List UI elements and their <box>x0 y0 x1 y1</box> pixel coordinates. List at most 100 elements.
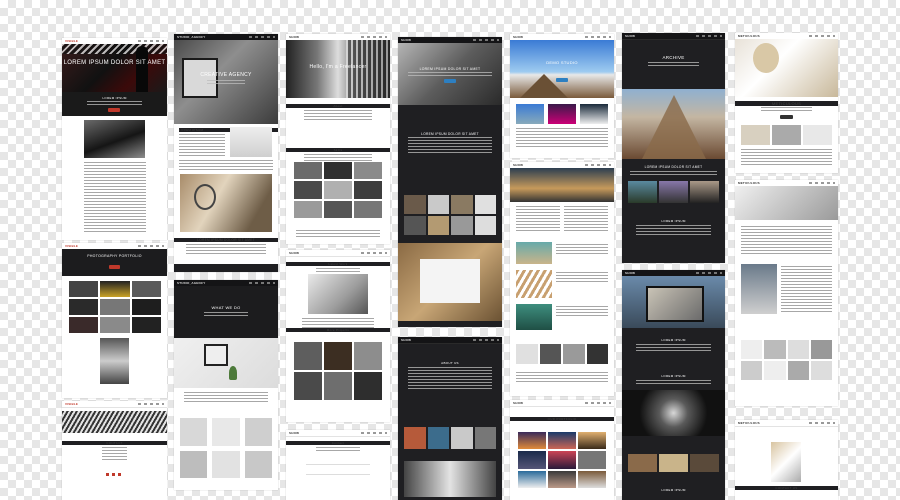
feature-photo <box>741 264 777 314</box>
section-text-2 <box>636 225 711 235</box>
monitor-shape <box>182 58 218 98</box>
template-page-1: VISIBLE LOREM IPSUM DOLOR SIT AMET LOREM… <box>62 38 167 240</box>
text-col-1 <box>516 206 560 232</box>
fan-shape <box>194 184 216 210</box>
nav-links <box>249 282 275 284</box>
template-page-3: SHOW Hello, I'm a Freelancer About Skill… <box>286 34 390 244</box>
section-title: LOREM IPSUM <box>661 338 686 342</box>
nav-links <box>696 272 722 274</box>
template-page-2: STUDIO_AGENCY CREATIVE AGENCY LOREM IPSU… <box>174 34 278 272</box>
template-page-10: SHOW ABOUT US <box>398 337 502 500</box>
featured-image <box>308 274 368 314</box>
template-page-6: STUDIO_AGENCY WHAT WE DO <box>174 280 278 490</box>
hero-title: LOREM IPSUM DOLOR SIT AMET <box>63 60 166 66</box>
team-grid <box>404 427 496 449</box>
section-title: WHAT WE DO <box>211 305 241 310</box>
person-silhouette <box>136 46 148 92</box>
nav-bar: SHOW <box>622 33 725 40</box>
skills-title: Skills <box>286 148 390 152</box>
nav-links <box>585 164 611 166</box>
template-page-7: SHOW Latest Work More Projects <box>286 250 390 422</box>
nav-links <box>473 339 499 341</box>
contact-text <box>102 447 127 461</box>
template-page-12: SHOW OUR PORTFOLIO <box>510 400 614 500</box>
template-page-8: SHOW Contact <box>286 430 390 500</box>
logo: SHOW <box>625 271 636 275</box>
hero-text <box>207 80 245 84</box>
nav-links <box>138 403 164 405</box>
featured-text <box>302 318 374 328</box>
nav-links <box>473 39 499 41</box>
team-grid <box>741 340 832 380</box>
list-image-1 <box>516 242 552 264</box>
service-grid <box>180 418 272 478</box>
nav-links <box>361 36 387 38</box>
footer <box>174 264 278 272</box>
monitor-shape <box>204 344 228 366</box>
about-title: About <box>286 104 390 108</box>
latest-title: Latest Work <box>286 262 390 266</box>
building-shape <box>642 95 706 159</box>
logo: SHOW <box>401 338 412 342</box>
nav-bar: VISIBLE <box>62 401 167 408</box>
logo: SHOW <box>289 431 300 435</box>
body-text <box>184 392 268 404</box>
text-block <box>87 101 142 106</box>
nav-links <box>809 422 835 424</box>
logo: SHOW <box>513 35 524 39</box>
hero-text <box>204 312 248 316</box>
feature-text <box>781 266 832 312</box>
section-title: LOREM IPSUM DOLOR SIT AMET <box>421 132 479 136</box>
cta-button[interactable] <box>109 265 120 269</box>
footer-text <box>516 372 608 382</box>
feature-text <box>516 128 608 148</box>
social-icons[interactable] <box>106 473 124 476</box>
hero-text <box>408 72 492 76</box>
section-title-2: LOREM IPSUM <box>661 374 686 378</box>
logo: STUDIO_AGENCY <box>177 35 206 39</box>
body-text-2 <box>179 160 273 170</box>
template-page-5: VISIBLE CONTACT <box>62 401 167 500</box>
logo: METICULOUS <box>738 34 760 38</box>
photo-grid <box>404 195 496 235</box>
cta-button[interactable] <box>444 79 456 83</box>
list-image-2 <box>516 270 552 298</box>
hero-title: METICULOUS <box>735 101 838 106</box>
portfolio-grid <box>294 162 382 218</box>
cta-button[interactable] <box>780 115 793 119</box>
form-field[interactable] <box>306 464 370 465</box>
nav-links <box>809 35 835 37</box>
gallery-grid <box>516 344 608 364</box>
about-title: ABOUT US <box>441 361 459 365</box>
photo-grid <box>628 454 719 472</box>
template-page-4: VISIBLE PHOTOGRAPHY PORTFOLIO <box>62 243 167 398</box>
hero-subtitle: LOREM IPSUM <box>102 96 127 100</box>
body-text <box>741 226 832 256</box>
about-text <box>304 110 372 122</box>
contact-text <box>316 447 360 453</box>
hero-title: CREATIVE AGENCY <box>200 72 252 78</box>
template-page-15: METICULOUS METICULOUS <box>735 33 838 173</box>
logo: SHOW <box>289 35 300 39</box>
logo: SHOW <box>289 251 300 255</box>
text-col-2 <box>564 206 608 232</box>
lamp-photo <box>622 390 725 436</box>
contact-title: CONTACT US <box>735 486 838 490</box>
section-text <box>636 344 711 352</box>
nav-links <box>361 252 387 254</box>
template-page-12a: SHOW <box>510 162 614 396</box>
logo: METICULOUS <box>738 421 760 425</box>
list-image-3 <box>516 304 552 330</box>
section-title-3: LOREM IPSUM <box>661 488 686 492</box>
template-page-15b: METICULOUS <box>735 180 838 406</box>
form-field[interactable] <box>306 474 370 475</box>
logo: SHOW <box>625 34 636 38</box>
nav-links <box>585 36 611 38</box>
section-title: LOREM IPSUM DOLOR SIT AMET <box>644 165 703 169</box>
cta-button[interactable] <box>556 78 568 82</box>
cta-button[interactable] <box>108 108 120 112</box>
cups-photo <box>404 461 496 497</box>
hero-title: PHOTOGRAPHY PORTFOLIO <box>87 254 142 258</box>
section-text <box>630 171 717 177</box>
nav-bar: SHOW <box>286 430 390 437</box>
